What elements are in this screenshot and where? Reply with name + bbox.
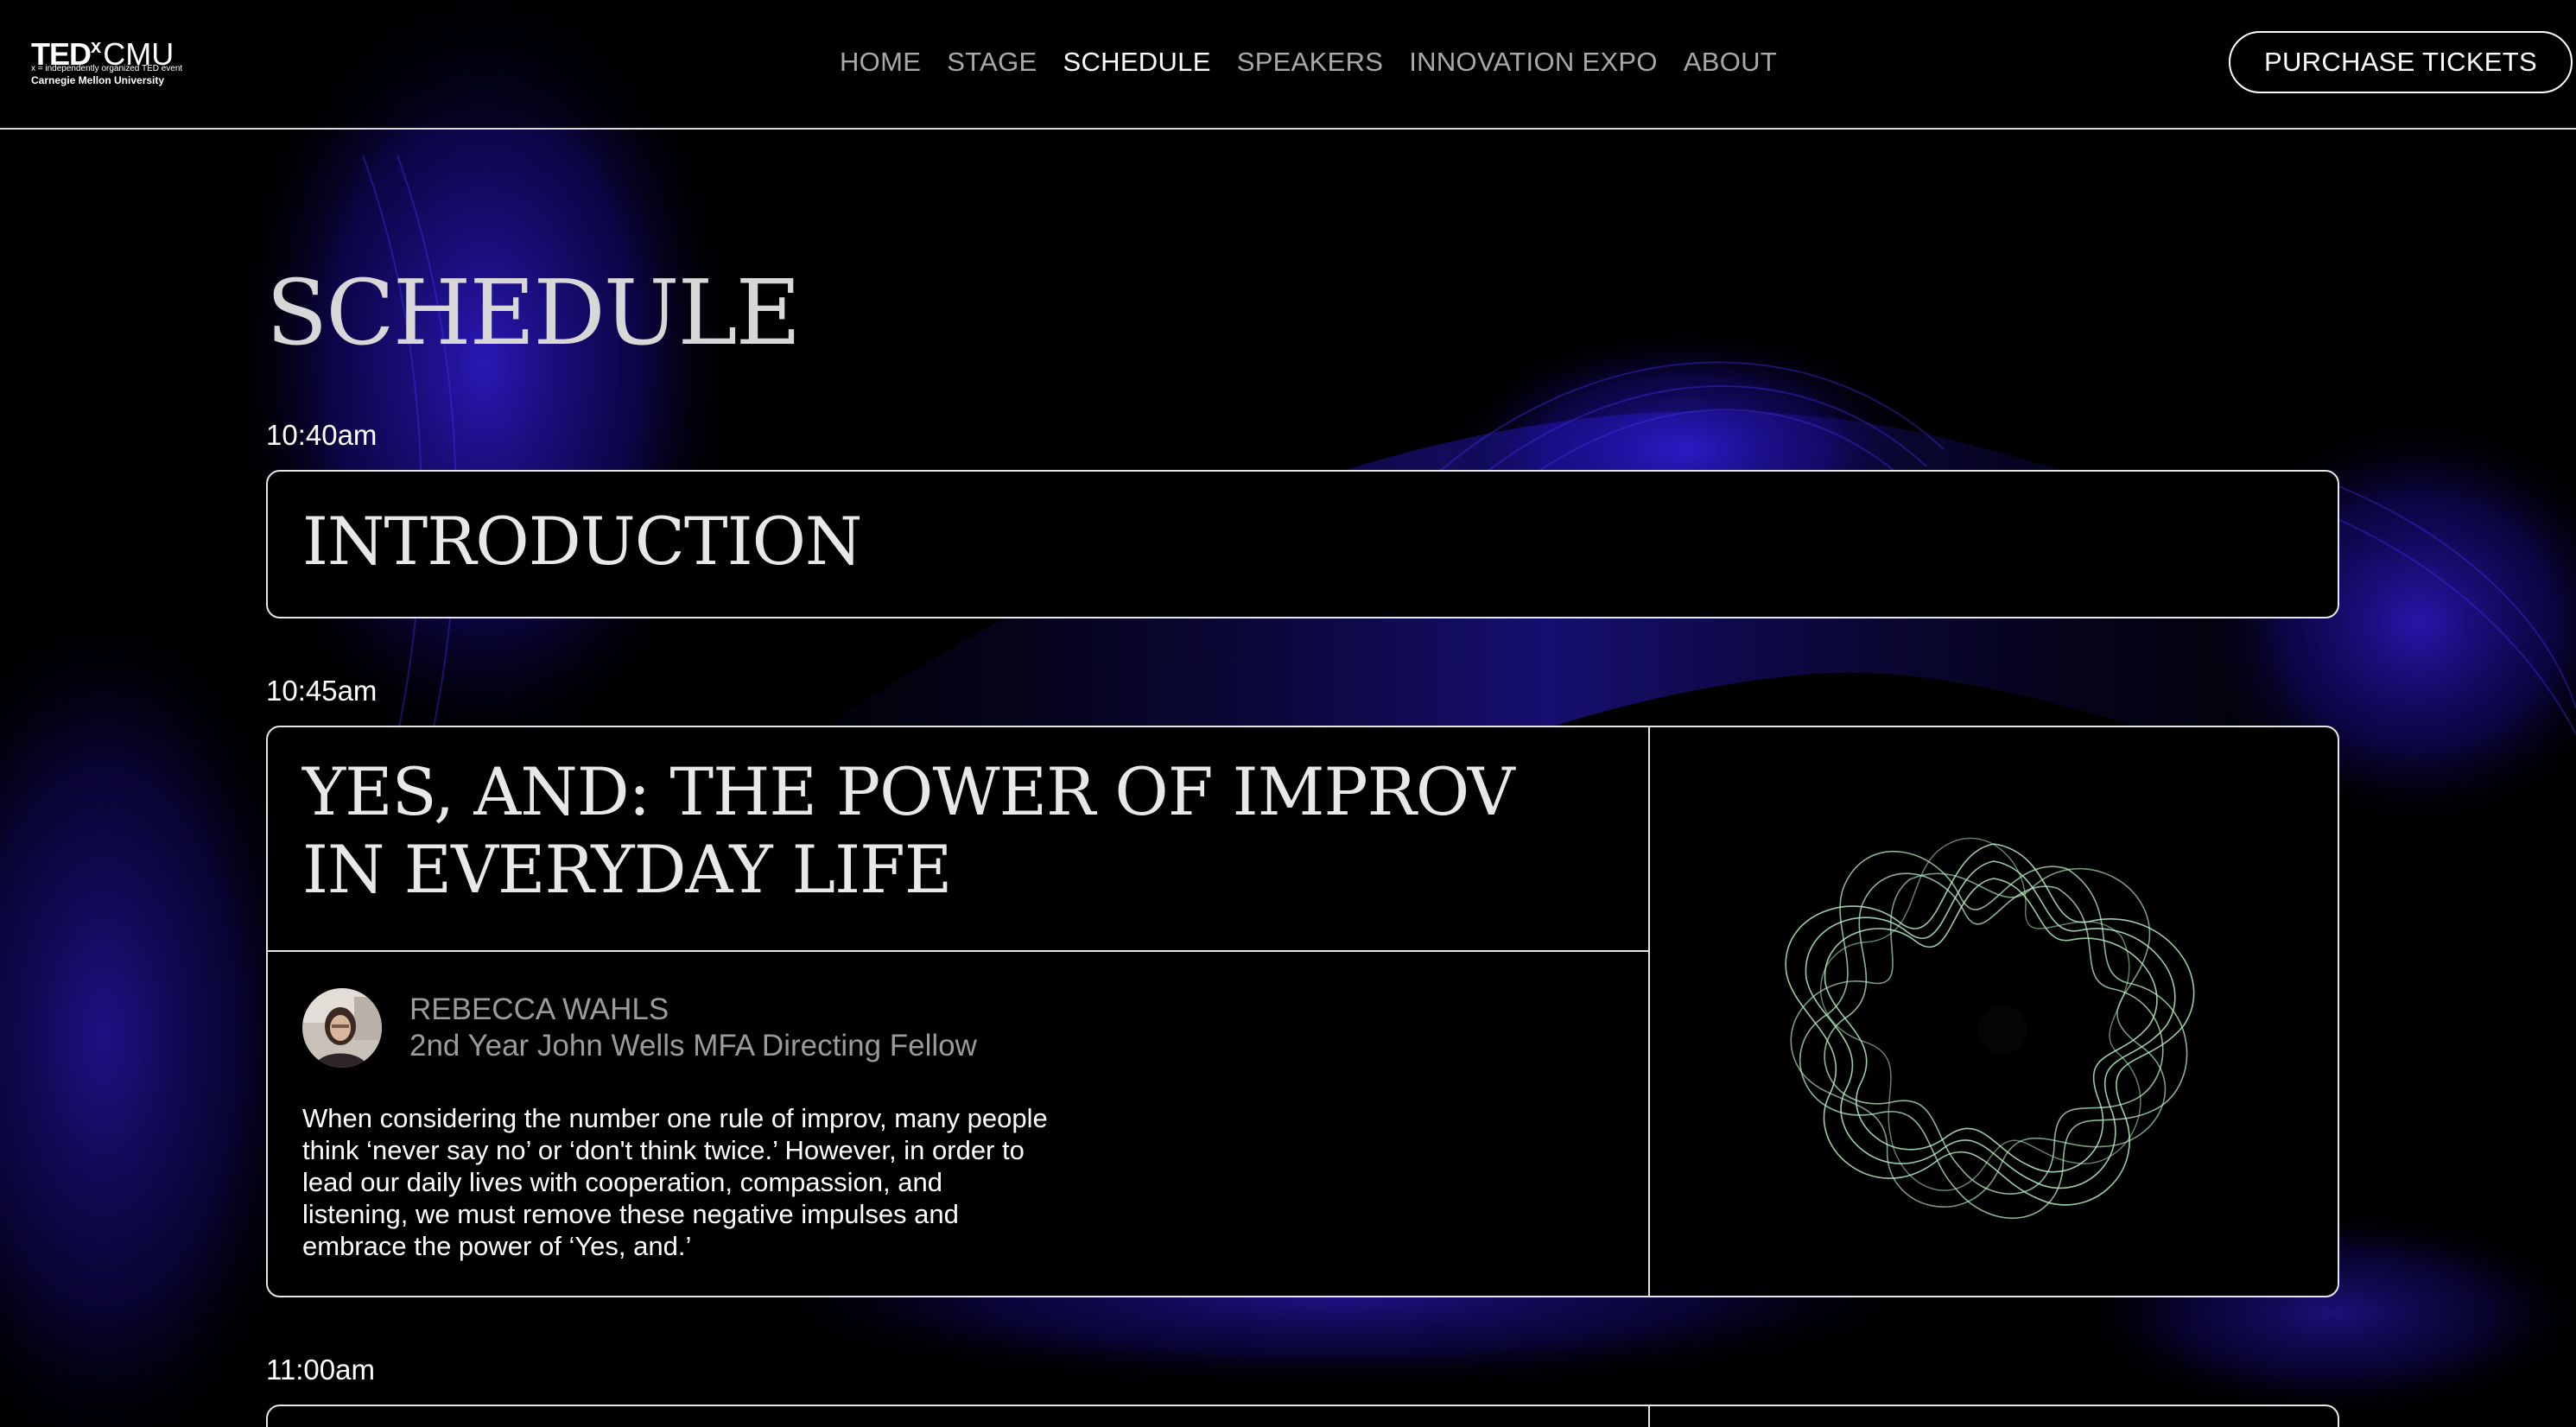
- logo-university: Carnegie Mellon University: [31, 74, 165, 86]
- session-card-introduction[interactable]: INTRODUCTION: [266, 470, 2339, 618]
- talk-info-panel: YES, AND: THE POWER OF IMPROV IN EVERYDA…: [268, 727, 1650, 1296]
- tedx-cmu-logo[interactable]: TEDxCMU x = independently organized TED …: [31, 29, 213, 90]
- talk-description: When considering the number one rule of …: [302, 1103, 1048, 1261]
- nav-item-innovation-expo[interactable]: INNOVATION EXPO: [1409, 45, 1658, 79]
- talk-art-panel: [1650, 727, 2338, 1296]
- logo-x: x: [91, 35, 102, 57]
- session-title: INTRODUCTION: [302, 503, 862, 580]
- schedule-content: SCHEDULE 10:40am INTRODUCTION 10:45am YE…: [0, 0, 2576, 1427]
- nav-item-schedule[interactable]: SCHEDULE: [1063, 45, 1210, 79]
- speaker-role: 2nd Year John Wells MFA Directing Fellow: [409, 1029, 977, 1062]
- speaker-name[interactable]: REBECCA WAHLS: [409, 992, 669, 1028]
- page-title: SCHEDULE: [266, 260, 801, 365]
- session-title: YES, AND: THE POWER OF IMPROV IN EVERYDA…: [302, 753, 1515, 908]
- nav-item-about[interactable]: ABOUT: [1684, 45, 1777, 79]
- nav-item-home[interactable]: HOME: [840, 45, 921, 79]
- session-time: 11:00am: [266, 1354, 375, 1386]
- session-card-next[interactable]: [266, 1405, 2339, 1427]
- green-flower-wave-art: [1785, 837, 2195, 1219]
- nav-item-stage[interactable]: STAGE: [947, 45, 1037, 79]
- nav-item-speakers[interactable]: SPEAKERS: [1237, 45, 1384, 79]
- session-time: 10:45am: [266, 675, 378, 707]
- divider: [1648, 1406, 1650, 1427]
- logo-tagline: x = independently organized TED event: [31, 64, 183, 73]
- page: TEDxCMU x = independently organized TED …: [0, 0, 2576, 1427]
- session-card-talk[interactable]: YES, AND: THE POWER OF IMPROV IN EVERYDA…: [266, 726, 2339, 1297]
- avatar-image: [302, 988, 382, 1068]
- main-nav: HOME STAGE SCHEDULE SPEAKERS INNOVATION …: [840, 45, 1777, 79]
- purchase-tickets-button[interactable]: PURCHASE TICKETS: [2229, 31, 2573, 93]
- session-time: 10:40am: [266, 419, 378, 451]
- divider: [268, 950, 1648, 952]
- site-header: TEDxCMU x = independently organized TED …: [0, 0, 2576, 130]
- speaker-avatar[interactable]: [302, 988, 382, 1068]
